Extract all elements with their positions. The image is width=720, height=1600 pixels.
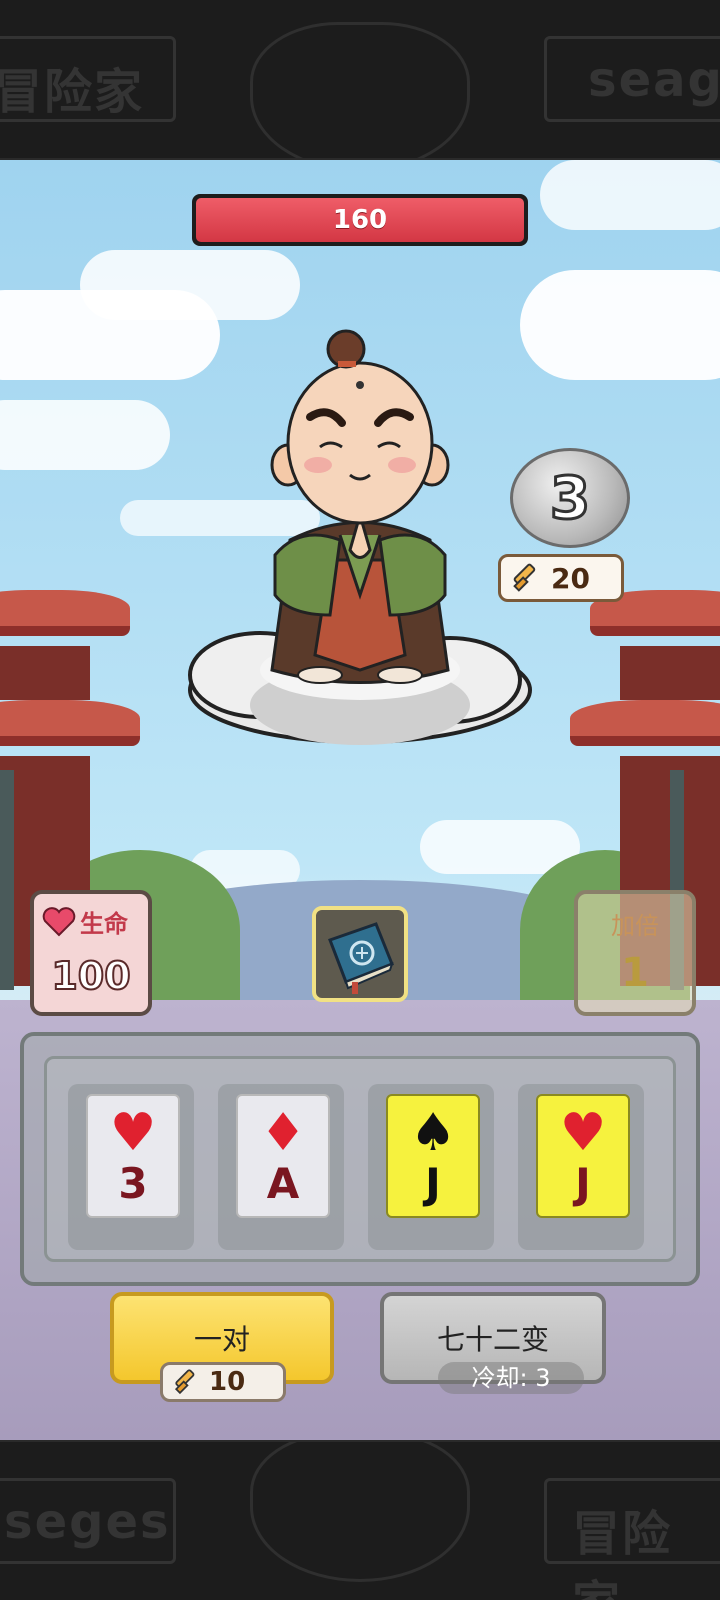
cloud [520,270,720,380]
cloud [540,160,720,230]
banner-word-left: seges [4,1494,171,1550]
card-rank: J [425,1159,441,1208]
card-hearts-j[interactable]: ♥ J [536,1094,630,1218]
multiplier-label: 加倍 [611,912,659,940]
card-spades-j[interactable]: ♠ J [386,1094,480,1218]
enemy-health-value: 160 [332,205,388,235]
life-value: 100 [50,953,131,999]
cloud [0,400,170,470]
play-cost-value: 10 [209,1367,246,1397]
card-rank: 3 [118,1159,148,1208]
card-suit: ♠ [409,1103,457,1163]
enemy-attack-value: 20 [551,561,590,595]
transform-skill-label: 七十二变 [436,1323,549,1356]
banner-word-right: 冒险家 [572,1506,673,1600]
banner-medallion [250,22,470,158]
turn-coin: 3 [510,448,630,548]
play-hand-label: 一对 [193,1323,250,1356]
battle-scene: 160 3 20 生命 100 加倍 1 ♥ 3 ♦ A ♠ J ♥ J 一对 … [0,160,720,1440]
book-icon [328,922,394,994]
multiplier-value: 1 [621,950,649,996]
bottom-banner: seges 冒险家 [0,1440,720,1600]
card-suit: ♦ [259,1103,307,1163]
card-rank: A [266,1159,300,1208]
enemy-attack-badge: 20 [498,554,624,602]
banner-word-right: seaga [588,52,720,108]
turn-coin-value: 3 [548,463,591,534]
card-diamonds-a[interactable]: ♦ A [236,1094,330,1218]
monk-character[interactable] [180,325,540,785]
card-hearts-3[interactable]: ♥ 3 [86,1094,180,1218]
multiplier-panel: 加倍 1 [574,890,696,1016]
play-cost-badge: 10 [160,1362,286,1402]
item-slot[interactable] [312,906,408,1002]
sword-icon [174,1369,195,1395]
enemy-health-bar: 160 [192,194,528,246]
card-suit: ♥ [559,1103,607,1163]
heart-icon [42,906,76,936]
card-rank: J [575,1159,591,1208]
card-tray: ♥ 3 ♦ A ♠ J ♥ J [20,1032,700,1286]
player-life-panel: 生命 100 [30,890,152,1016]
enemy-health-fill: 160 [196,198,524,242]
life-label: 生命 [80,910,128,938]
top-banner: 冒险家 seaga [0,0,720,160]
skill-cooldown: 冷却: 3 [438,1362,584,1394]
sword-icon [513,563,536,592]
banner-medallion [250,1442,470,1582]
banner-word-left: 冒险家 [0,64,145,120]
card-suit: ♥ [109,1103,157,1163]
cloud [80,250,300,320]
